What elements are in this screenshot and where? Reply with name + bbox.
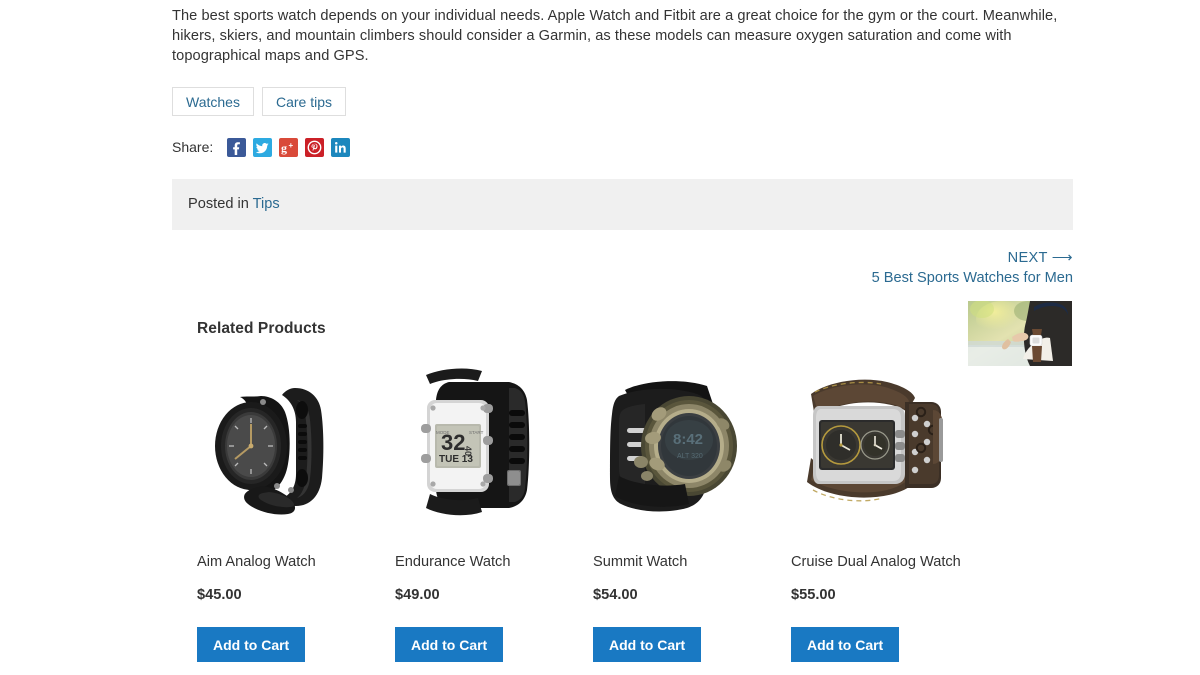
related-products-grid: Aim Analog Watch $45.00 Add to Cart 32 4… [197, 366, 1077, 662]
product-price: $45.00 [197, 587, 242, 603]
product-card: Aim Analog Watch $45.00 Add to Cart [197, 366, 375, 662]
svg-text:g: g [281, 141, 287, 155]
twitter-icon[interactable] [253, 137, 273, 157]
linkedin-icon[interactable] [331, 137, 351, 157]
pinterest-glyph [307, 140, 322, 154]
facebook-icon[interactable] [227, 137, 247, 157]
share-label: Share: [172, 139, 214, 155]
facebook-glyph [233, 141, 241, 155]
product-card: 8:42 ALT 320 Summit Watch $54.00 Add to … [593, 366, 771, 662]
product-name-link[interactable]: Aim Analog Watch [197, 553, 375, 571]
posted-in-text: Posted in Tips [188, 195, 280, 213]
product-image-link[interactable]: 8:42 ALT 320 [595, 366, 755, 526]
related-products-heading: Related Products [197, 320, 326, 337]
product-card: 32 40 TUE 13 MODE START Endurance Watch … [395, 366, 573, 662]
share-row: Share: g + [172, 136, 351, 158]
posted-in-bar: Posted in Tips [172, 179, 1073, 230]
product-name-link[interactable]: Endurance Watch [395, 553, 573, 571]
product-image-link[interactable] [793, 366, 953, 526]
google-plus-icon[interactable]: g + [279, 137, 299, 157]
next-post-thumbnail[interactable] [968, 301, 1072, 366]
product-card: Cruise Dual Analog Watch $55.00 Add to C… [791, 366, 969, 662]
product-price: $55.00 [791, 587, 836, 603]
svg-text:+: + [289, 141, 294, 150]
svg-text:START: START [469, 430, 484, 435]
posted-in-category-link[interactable]: Tips [253, 196, 280, 212]
post-navigation: NEXT ⟶ 5 Best Sports Watches for Men [653, 248, 1073, 288]
twitter-glyph [256, 142, 270, 153]
google-plus-glyph: g + [281, 141, 294, 155]
add-to-cart-button[interactable]: Add to Cart [197, 627, 306, 662]
posted-in-prefix: Posted in [188, 196, 253, 212]
next-post-label: NEXT ⟶ [1007, 250, 1073, 266]
svg-text:TUE 13: TUE 13 [439, 454, 473, 465]
svg-text:ALT 320: ALT 320 [677, 453, 703, 460]
product-image-link[interactable] [199, 366, 359, 526]
product-name-link[interactable]: Summit Watch [593, 553, 771, 571]
aim-analog-watch-image [199, 366, 359, 526]
add-to-cart-button[interactable]: Add to Cart [593, 627, 702, 662]
add-to-cart-button[interactable]: Add to Cart [395, 627, 504, 662]
linkedin-glyph [335, 141, 346, 153]
article-paragraph: The best sports watch depends on your in… [172, 8, 1058, 64]
next-post-link[interactable]: 5 Best Sports Watches for Men [653, 268, 1073, 288]
svg-text:8:42: 8:42 [673, 431, 703, 448]
product-image-link[interactable]: 32 40 TUE 13 MODE START [397, 366, 557, 526]
summit-watch-image: 8:42 ALT 320 [595, 366, 755, 526]
share-icons: g + [227, 137, 351, 157]
product-price: $54.00 [593, 587, 638, 603]
next-post-thumbnail-image [968, 301, 1072, 366]
tag-watches[interactable]: Watches [172, 87, 254, 116]
pinterest-icon[interactable] [305, 137, 325, 157]
add-to-cart-button[interactable]: Add to Cart [791, 627, 900, 662]
product-price: $49.00 [395, 587, 440, 603]
endurance-watch-image: 32 40 TUE 13 MODE START [397, 366, 557, 526]
cruise-dual-analog-watch-image [793, 366, 953, 526]
blog-post-page: The best sports watch depends on your in… [0, 0, 1200, 675]
tag-care-tips[interactable]: Care tips [261, 87, 346, 116]
article-body: The best sports watch depends on your in… [172, 6, 1074, 66]
svg-text:MODE: MODE [436, 430, 450, 435]
product-name-link[interactable]: Cruise Dual Analog Watch [791, 553, 969, 571]
tag-list: Watches Care tips [172, 87, 346, 116]
